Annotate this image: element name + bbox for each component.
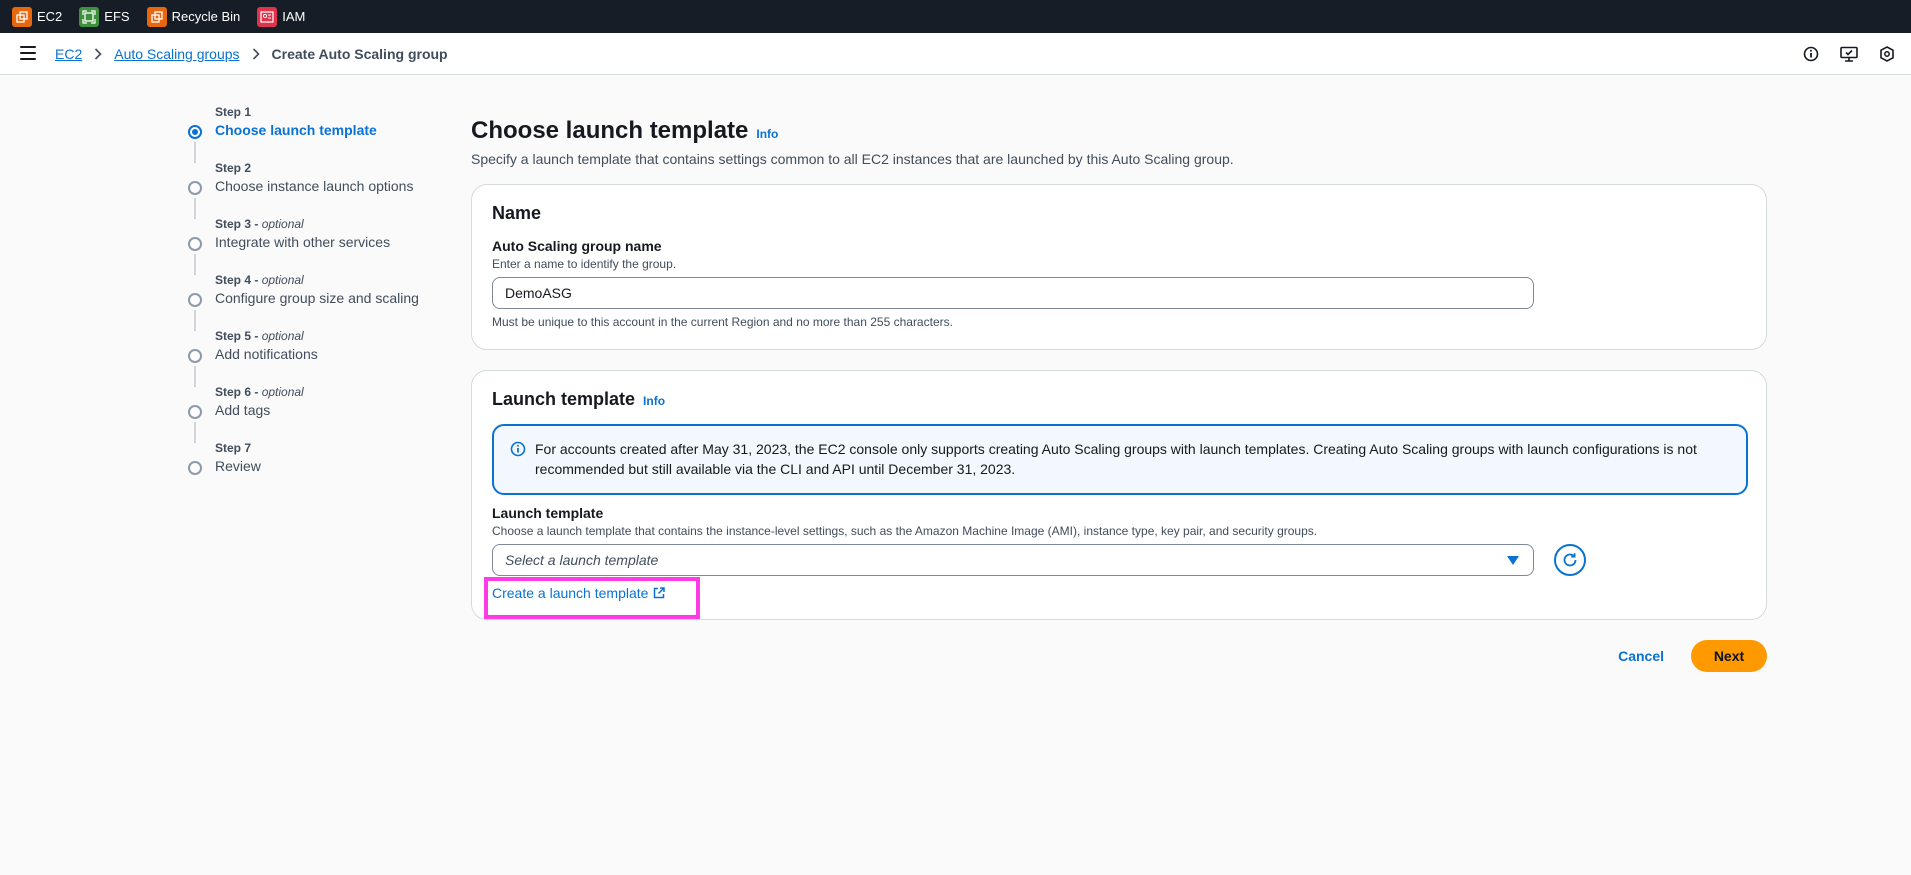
security-panel-icon[interactable] xyxy=(1877,44,1897,64)
select-placeholder: Select a launch template xyxy=(505,552,659,568)
step-title[interactable]: Add tags xyxy=(215,402,270,418)
create-launch-template-link[interactable]: Create a launch template xyxy=(492,585,666,601)
wizard-steps: Step 1 Choose launch template Step 2 Cho… xyxy=(188,105,428,497)
breadcrumb: EC2 Auto Scaling groups Create Auto Scal… xyxy=(55,33,448,75)
external-link-icon xyxy=(654,587,666,599)
launch-template-title-text: Launch template xyxy=(492,389,636,409)
step-connector xyxy=(194,142,196,163)
step-indicator-icon xyxy=(188,405,202,419)
efs-icon xyxy=(79,6,100,27)
step-title[interactable]: Review xyxy=(215,458,261,474)
step-connector xyxy=(194,422,196,443)
page-title-text: Choose launch template xyxy=(471,117,749,144)
service-label: Recycle Bin xyxy=(171,9,241,24)
info-panel-icon[interactable] xyxy=(1801,44,1821,64)
info-link[interactable]: Info xyxy=(643,394,665,408)
service-ec2[interactable]: EC2 xyxy=(12,6,63,27)
breadcrumb-auto-scaling-groups[interactable]: Auto Scaling groups xyxy=(114,46,239,62)
step-indicator-icon xyxy=(188,461,202,475)
step-indicator-icon xyxy=(188,293,202,307)
step-4: Step 4 - optional Configure group size a… xyxy=(188,273,428,331)
form-actions: Cancel Next xyxy=(471,640,1767,672)
asg-name-input[interactable] xyxy=(492,277,1534,309)
step-title[interactable]: Integrate with other services xyxy=(215,234,390,250)
caret-down-icon xyxy=(1507,556,1519,565)
step-number: Step 3 - optional xyxy=(215,217,304,231)
info-link[interactable]: Info xyxy=(756,127,778,141)
step-2: Step 2 Choose instance launch options xyxy=(188,161,428,219)
name-section-title: Name xyxy=(492,203,542,223)
step-indicator-icon xyxy=(188,181,202,195)
launch-template-description: Choose a launch template that contains t… xyxy=(492,524,1318,538)
launch-template-select[interactable]: Select a launch template xyxy=(492,544,1534,576)
service-label: EC2 xyxy=(37,9,63,24)
step-number: Step 1 xyxy=(215,105,252,119)
step-3: Step 3 - optional Integrate with other s… xyxy=(188,217,428,275)
step-6: Step 6 - optional Add tags xyxy=(188,385,428,443)
service-favorites-bar: EC2 EFS Recycle Bin IAM xyxy=(0,0,1911,33)
info-icon xyxy=(510,441,526,457)
step-number: Step 7 xyxy=(215,441,252,455)
alert-text: For accounts created after May 31, 2023,… xyxy=(535,441,1697,477)
step-5: Step 5 - optional Add notifications xyxy=(188,329,428,387)
cancel-button[interactable]: Cancel xyxy=(1618,648,1664,664)
iam-icon xyxy=(257,6,278,27)
launch-config-alert: For accounts created after May 31, 2023,… xyxy=(492,424,1748,495)
page-description: Specify a launch template that contains … xyxy=(471,151,1234,167)
step-connector xyxy=(194,310,196,331)
service-efs[interactable]: EFS xyxy=(79,6,130,27)
step-number: Step 5 - optional xyxy=(215,329,304,343)
asg-name-label: Auto Scaling group name xyxy=(492,238,662,254)
chevron-right-icon xyxy=(252,48,260,60)
page-title: Choose launch template Info xyxy=(471,117,1767,145)
step-indicator-icon xyxy=(188,237,202,251)
service-recycle-bin[interactable]: Recycle Bin xyxy=(146,6,241,27)
service-label: EFS xyxy=(104,9,130,24)
recycle-bin-icon xyxy=(146,6,167,27)
service-label: IAM xyxy=(282,9,306,24)
launch-template-section-title: Launch template Info xyxy=(492,389,665,410)
step-connector xyxy=(194,254,196,275)
menu-icon[interactable] xyxy=(20,46,36,60)
step-title[interactable]: Choose instance launch options xyxy=(215,178,413,194)
main-content: Choose launch template Info Specify a la… xyxy=(471,117,1767,620)
step-title[interactable]: Configure group size and scaling xyxy=(215,290,419,306)
refresh-icon xyxy=(1563,553,1577,567)
step-indicator-icon xyxy=(188,125,202,139)
service-iam[interactable]: IAM xyxy=(257,6,306,27)
breadcrumb-header: EC2 Auto Scaling groups Create Auto Scal… xyxy=(0,33,1911,75)
name-container: Name Auto Scaling group name Enter a nam… xyxy=(471,184,1767,350)
ec2-icon xyxy=(12,6,32,27)
step-connector xyxy=(194,366,196,387)
step-title[interactable]: Add notifications xyxy=(215,346,318,362)
step-number: Step 4 - optional xyxy=(215,273,304,287)
create-link-text: Create a launch template xyxy=(492,585,649,601)
launch-template-container: Launch template Info For accounts create… xyxy=(471,370,1767,620)
next-button[interactable]: Next xyxy=(1691,640,1767,672)
asg-name-constraint: Must be unique to this account in the cu… xyxy=(492,315,953,329)
asg-name-description: Enter a name to identify the group. xyxy=(492,257,677,271)
chevron-right-icon xyxy=(94,48,102,60)
step-7: Step 7 Review xyxy=(188,441,428,497)
tutorial-panel-icon[interactable] xyxy=(1839,44,1859,64)
refresh-button[interactable] xyxy=(1554,544,1586,576)
step-indicator-icon xyxy=(188,349,202,363)
step-connector xyxy=(194,198,196,219)
step-title[interactable]: Choose launch template xyxy=(215,122,377,138)
launch-template-label: Launch template xyxy=(492,505,604,521)
breadcrumb-current: Create Auto Scaling group xyxy=(271,46,448,62)
step-number: Step 6 - optional xyxy=(215,385,304,399)
step-1: Step 1 Choose launch template xyxy=(188,105,428,163)
step-number: Step 2 xyxy=(215,161,252,175)
breadcrumb-ec2[interactable]: EC2 xyxy=(55,46,82,62)
